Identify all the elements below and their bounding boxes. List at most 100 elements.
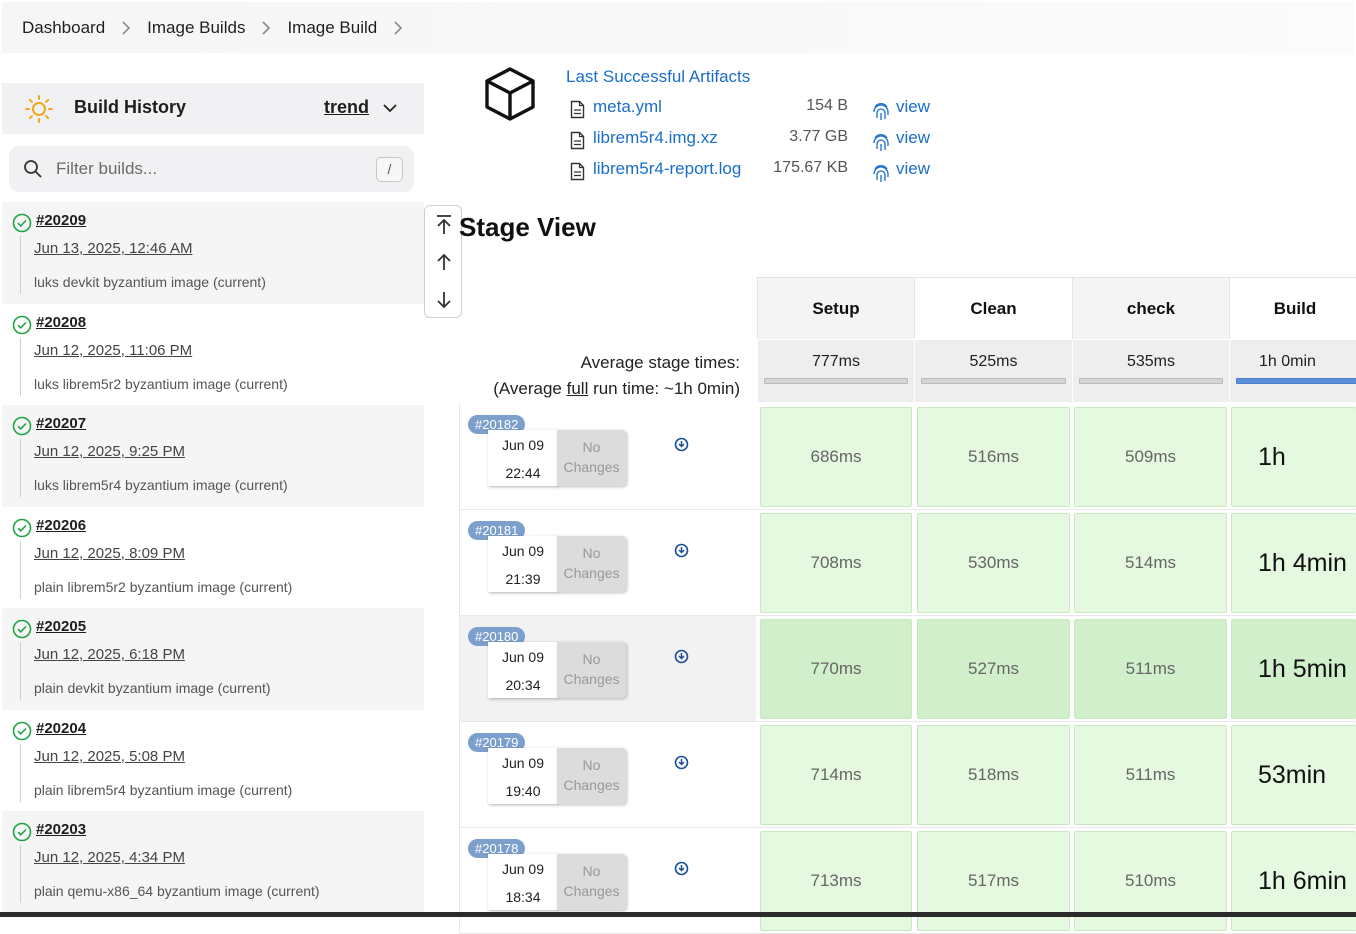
build-number-link[interactable]: #20205 <box>36 618 86 635</box>
run-info: #20180 Jun 09 20:34 No Changes <box>459 616 756 721</box>
stage-cell-setup[interactable]: 714ms <box>760 725 912 825</box>
build-row[interactable]: #20203 Jun 12, 2025, 4:34 PM plain qemu-… <box>2 811 424 913</box>
chevron-down-icon[interactable] <box>382 101 398 120</box>
view-link[interactable]: view <box>896 159 930 179</box>
build-row[interactable]: #20208 Jun 12, 2025, 11:06 PM luks libre… <box>2 304 424 406</box>
stage-cell-clean[interactable]: 518ms <box>917 725 1070 825</box>
file-icon <box>570 100 585 124</box>
build-row[interactable]: #20206 Jun 12, 2025, 8:09 PM plain libre… <box>2 507 424 609</box>
download-icon[interactable] <box>674 755 689 775</box>
build-row[interactable]: #20207 Jun 12, 2025, 9:25 PM luks librem… <box>2 405 424 507</box>
stage-avg-value: 777ms <box>811 353 861 370</box>
arrow-down-icon[interactable] <box>434 289 454 316</box>
stage-cell-clean[interactable]: 516ms <box>917 407 1070 507</box>
stage-avg-value: 525ms <box>969 353 1018 370</box>
sun-icon <box>24 94 54 129</box>
breadcrumb: Dashboard Image Builds Image Build <box>2 2 1354 53</box>
check-circle-icon <box>12 213 32 238</box>
run-time: 21:39 <box>505 571 541 587</box>
chevron-right-icon[interactable] <box>393 20 403 35</box>
stage-runs: #20182 Jun 09 22:44 No Changes 686ms 516ms… <box>459 404 1356 934</box>
build-description: plain qemu-x86_64 byzantium image (curre… <box>34 883 320 899</box>
fingerprint-icon[interactable] <box>872 163 890 188</box>
stage-avg-build: 1h 0min <box>1230 340 1356 402</box>
artifact-name-link[interactable]: librem5r4.img.xz <box>593 128 718 148</box>
build-number-link[interactable]: #20209 <box>36 212 86 229</box>
full-run-link[interactable]: full <box>567 379 589 398</box>
filter-builds-input[interactable]: Filter builds... / <box>9 146 414 192</box>
stage-cell-setup[interactable]: 708ms <box>760 513 912 613</box>
keyboard-shortcut-badge: / <box>376 157 403 182</box>
stage-avg-value: 1h 0min <box>1259 353 1316 370</box>
build-date-link[interactable]: Jun 12, 2025, 6:18 PM <box>34 646 185 663</box>
build-date-link[interactable]: Jun 13, 2025, 12:46 AM <box>34 240 192 257</box>
average-stage-times-label: Average stage times: <box>580 353 740 372</box>
stage-cell-build[interactable]: 53min 6s <box>1231 725 1356 887</box>
run-date: Jun 09 22:44 <box>488 430 558 486</box>
build-date-link[interactable]: Jun 12, 2025, 8:09 PM <box>34 545 185 562</box>
stage-cell-check[interactable]: 509ms <box>1074 407 1227 507</box>
stage-cell-check[interactable]: 511ms <box>1074 725 1227 825</box>
run-info: #20181 Jun 09 21:39 No Changes <box>459 510 756 615</box>
file-icon <box>570 162 585 186</box>
build-row[interactable]: #20209 Jun 13, 2025, 12:46 AM luks devki… <box>2 202 424 304</box>
build-date-link[interactable]: Jun 12, 2025, 4:34 PM <box>34 849 185 866</box>
stage-cell-check[interactable]: 514ms <box>1074 513 1227 613</box>
timeline-line <box>20 236 21 294</box>
artifact-name-link[interactable]: meta.yml <box>593 97 662 117</box>
view-link[interactable]: view <box>896 97 930 117</box>
build-number-link[interactable]: #20207 <box>36 415 86 432</box>
run-day: Jun 09 <box>501 437 545 453</box>
stage-cell-build[interactable]: 1h 4min <box>1231 513 1356 613</box>
stage-cell-build[interactable]: 1h 16min <box>1231 407 1356 569</box>
stage-cell-build[interactable]: 1h 5min <box>1231 619 1356 719</box>
download-icon[interactable] <box>674 649 689 669</box>
run-day: Jun 09 <box>501 649 545 665</box>
run-row: #20178 Jun 09 18:34 No Changes 713ms 517ms… <box>459 828 1356 934</box>
stage-cell-clean[interactable]: 527ms <box>917 619 1070 719</box>
stage-cell-setup[interactable]: 686ms <box>760 407 912 507</box>
build-number-link[interactable]: #20204 <box>36 720 86 737</box>
fingerprint-icon[interactable] <box>872 132 890 157</box>
run-info: #20178 Jun 09 18:34 No Changes <box>459 828 756 933</box>
trend-link[interactable]: trend <box>324 97 369 118</box>
fingerprint-icon[interactable] <box>872 101 890 126</box>
timeline-line <box>20 642 21 700</box>
stage-avg-setup: 777ms <box>758 340 915 402</box>
artifact-name-link[interactable]: librem5r4-report.log <box>593 159 741 179</box>
breadcrumb-image-builds[interactable]: Image Builds <box>147 18 245 38</box>
avg-run-suffix: run time: ~1h 0min) <box>588 379 740 398</box>
avg-run-prefix: (Average <box>493 379 567 398</box>
search-icon <box>23 159 43 184</box>
build-number-link[interactable]: #20206 <box>36 517 86 534</box>
arrow-up-icon[interactable] <box>434 251 454 278</box>
build-number-link[interactable]: #20208 <box>36 314 86 331</box>
artifact-row: librem5r4.img.xz 3.77 GB view <box>570 126 970 152</box>
build-row[interactable]: #20204 Jun 12, 2025, 5:08 PM plain libre… <box>2 710 424 812</box>
download-icon[interactable] <box>674 543 689 563</box>
breadcrumb-image-build[interactable]: Image Build <box>287 18 377 38</box>
build-date-link[interactable]: Jun 12, 2025, 11:06 PM <box>34 342 192 359</box>
download-icon[interactable] <box>674 861 689 881</box>
filter-placeholder: Filter builds... <box>56 159 158 178</box>
check-circle-icon <box>12 315 32 340</box>
average-run-time-label: (Average full run time: ~1h 0min) <box>493 379 740 399</box>
build-description: plain librem5r2 byzantium image (current… <box>34 578 293 595</box>
timeline-line <box>20 337 21 396</box>
download-icon[interactable] <box>674 437 689 457</box>
build-date-link[interactable]: Jun 12, 2025, 9:25 PM <box>34 443 185 460</box>
build-date-link[interactable]: Jun 12, 2025, 5:08 PM <box>34 748 185 765</box>
build-row[interactable]: #20205 Jun 12, 2025, 6:18 PM plain devki… <box>2 608 424 710</box>
stage-cell-setup[interactable]: 770ms <box>760 619 912 719</box>
check-circle-icon <box>12 518 32 543</box>
breadcrumb-dashboard[interactable]: Dashboard <box>22 18 105 38</box>
build-history-header: Build History trend <box>2 83 424 134</box>
last-successful-artifacts-link[interactable]: Last Successful Artifacts <box>566 67 750 87</box>
run-day: Jun 09 <box>501 755 545 771</box>
view-link[interactable]: view <box>896 128 930 148</box>
build-number-link[interactable]: #20203 <box>36 821 86 838</box>
run-time: 22:44 <box>505 465 541 481</box>
stage-cell-check[interactable]: 511ms <box>1074 619 1227 719</box>
stage-cell-clean[interactable]: 530ms <box>917 513 1070 613</box>
scroll-top-icon[interactable] <box>434 214 454 241</box>
